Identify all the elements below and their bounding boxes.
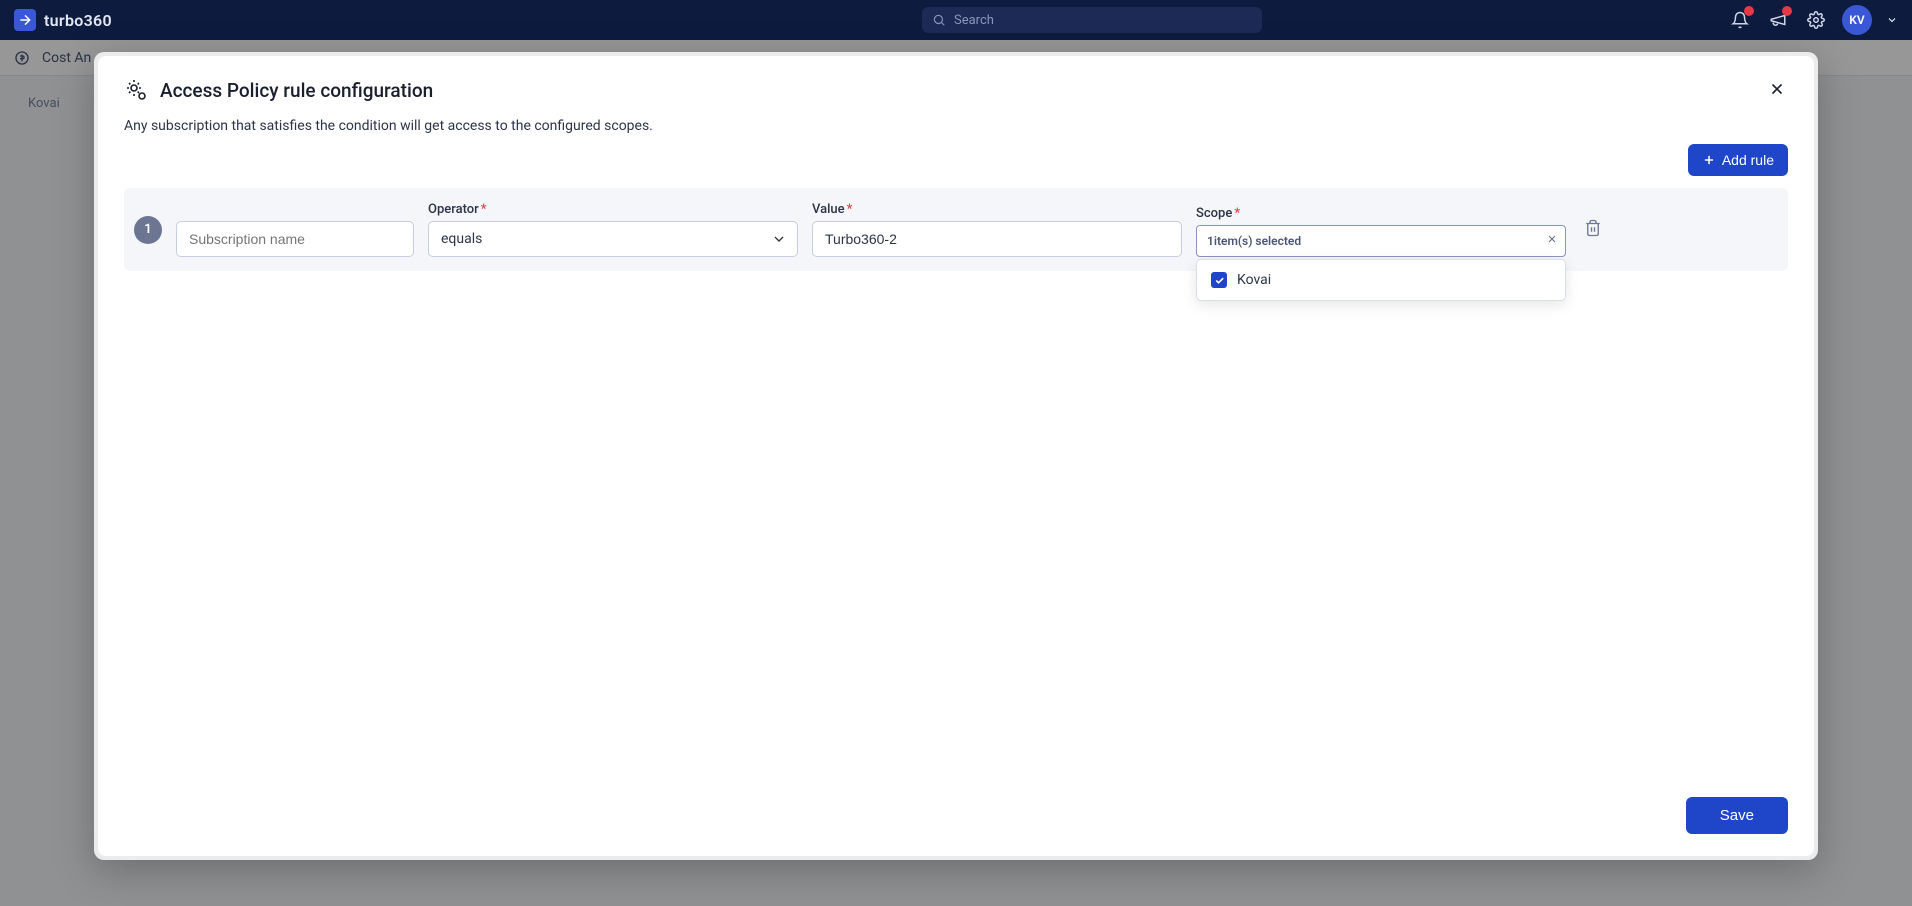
search-icon: [932, 13, 946, 27]
operator-value: equals: [441, 231, 482, 247]
brand-text: turbo360: [44, 11, 112, 30]
delete-rule-button[interactable]: [1584, 219, 1602, 241]
value-label-text: Value: [812, 202, 845, 217]
close-button[interactable]: [1762, 74, 1792, 104]
add-rule-button[interactable]: Add rule: [1688, 144, 1788, 176]
scope-option-label: Kovai: [1237, 272, 1271, 288]
add-rule-label: Add rule: [1722, 152, 1774, 168]
gear-icon: [1807, 11, 1825, 29]
operator-label: Operator*: [428, 202, 798, 217]
chevron-down-icon[interactable]: [1886, 14, 1898, 26]
scope-clear-button[interactable]: [1546, 233, 1558, 249]
global-search[interactable]: Search: [922, 7, 1262, 33]
close-icon: [1768, 80, 1786, 98]
scope-label: Scope*: [1196, 206, 1566, 221]
check-icon: [1214, 275, 1225, 286]
scope-dropdown: Kovai: [1196, 259, 1566, 301]
save-label: Save: [1720, 807, 1754, 824]
value-label: Value*: [812, 202, 1182, 217]
chevron-down-icon: [771, 231, 787, 247]
avatar-initials: KV: [1849, 13, 1864, 27]
trash-icon: [1584, 219, 1602, 237]
operator-label-text: Operator: [428, 202, 479, 217]
scope-summary[interactable]: 1item(s) selected: [1196, 225, 1566, 257]
value-input[interactable]: [825, 231, 1169, 247]
notification-dot: [1782, 6, 1792, 16]
brand-logo: [14, 9, 36, 31]
modal: Access Policy rule configuration Any sub…: [98, 56, 1814, 856]
notification-dot: [1744, 6, 1754, 16]
add-rule-row: Add rule: [98, 134, 1814, 188]
alerts-button[interactable]: [1766, 8, 1790, 32]
scope-option[interactable]: Kovai: [1197, 266, 1565, 294]
brand: turbo360: [14, 9, 112, 31]
modal-title: Access Policy rule configuration: [160, 79, 433, 102]
close-icon: [1546, 233, 1558, 245]
operator-field-col: Operator* equals: [428, 202, 798, 257]
subscription-name-field[interactable]: [176, 221, 414, 257]
scope-summary-text: 1item(s) selected: [1207, 234, 1301, 248]
required-marker: *: [1234, 206, 1240, 221]
scope-multiselect[interactable]: 1item(s) selected Kovai: [1196, 225, 1566, 257]
rules-area: 1 Operator* equals: [98, 188, 1814, 781]
operator-select[interactable]: equals: [428, 221, 798, 257]
modal-subtitle: Any subscription that satisfies the cond…: [98, 108, 1814, 134]
settings-button[interactable]: [1804, 8, 1828, 32]
topbar: turbo360 Search KV: [0, 0, 1912, 40]
required-marker: *: [481, 202, 487, 217]
scope-label-text: Scope: [1196, 206, 1232, 221]
required-marker: *: [847, 202, 853, 217]
value-field-col: Value*: [812, 202, 1182, 257]
modal-header: Access Policy rule configuration: [98, 56, 1814, 108]
help-button[interactable]: [1728, 8, 1752, 32]
subscription-name-field-col: [176, 221, 414, 257]
rule-row: 1 Operator* equals: [124, 188, 1788, 271]
value-field[interactable]: [812, 221, 1182, 257]
scope-field-col: Scope* 1item(s) selected: [1196, 206, 1566, 257]
search-placeholder: Search: [954, 13, 994, 28]
modal-overlay: Access Policy rule configuration Any sub…: [0, 40, 1912, 906]
plus-icon: [1702, 153, 1716, 167]
checkbox-checked[interactable]: [1211, 272, 1227, 288]
gear-user-icon: [124, 78, 148, 102]
subscription-name-input[interactable]: [189, 231, 401, 247]
modal-outer: Access Policy rule configuration Any sub…: [94, 52, 1818, 860]
rule-index: 1: [134, 216, 162, 244]
topbar-right: KV: [1728, 5, 1898, 35]
avatar[interactable]: KV: [1842, 5, 1872, 35]
modal-footer: Save: [98, 781, 1814, 856]
save-button[interactable]: Save: [1686, 797, 1788, 834]
